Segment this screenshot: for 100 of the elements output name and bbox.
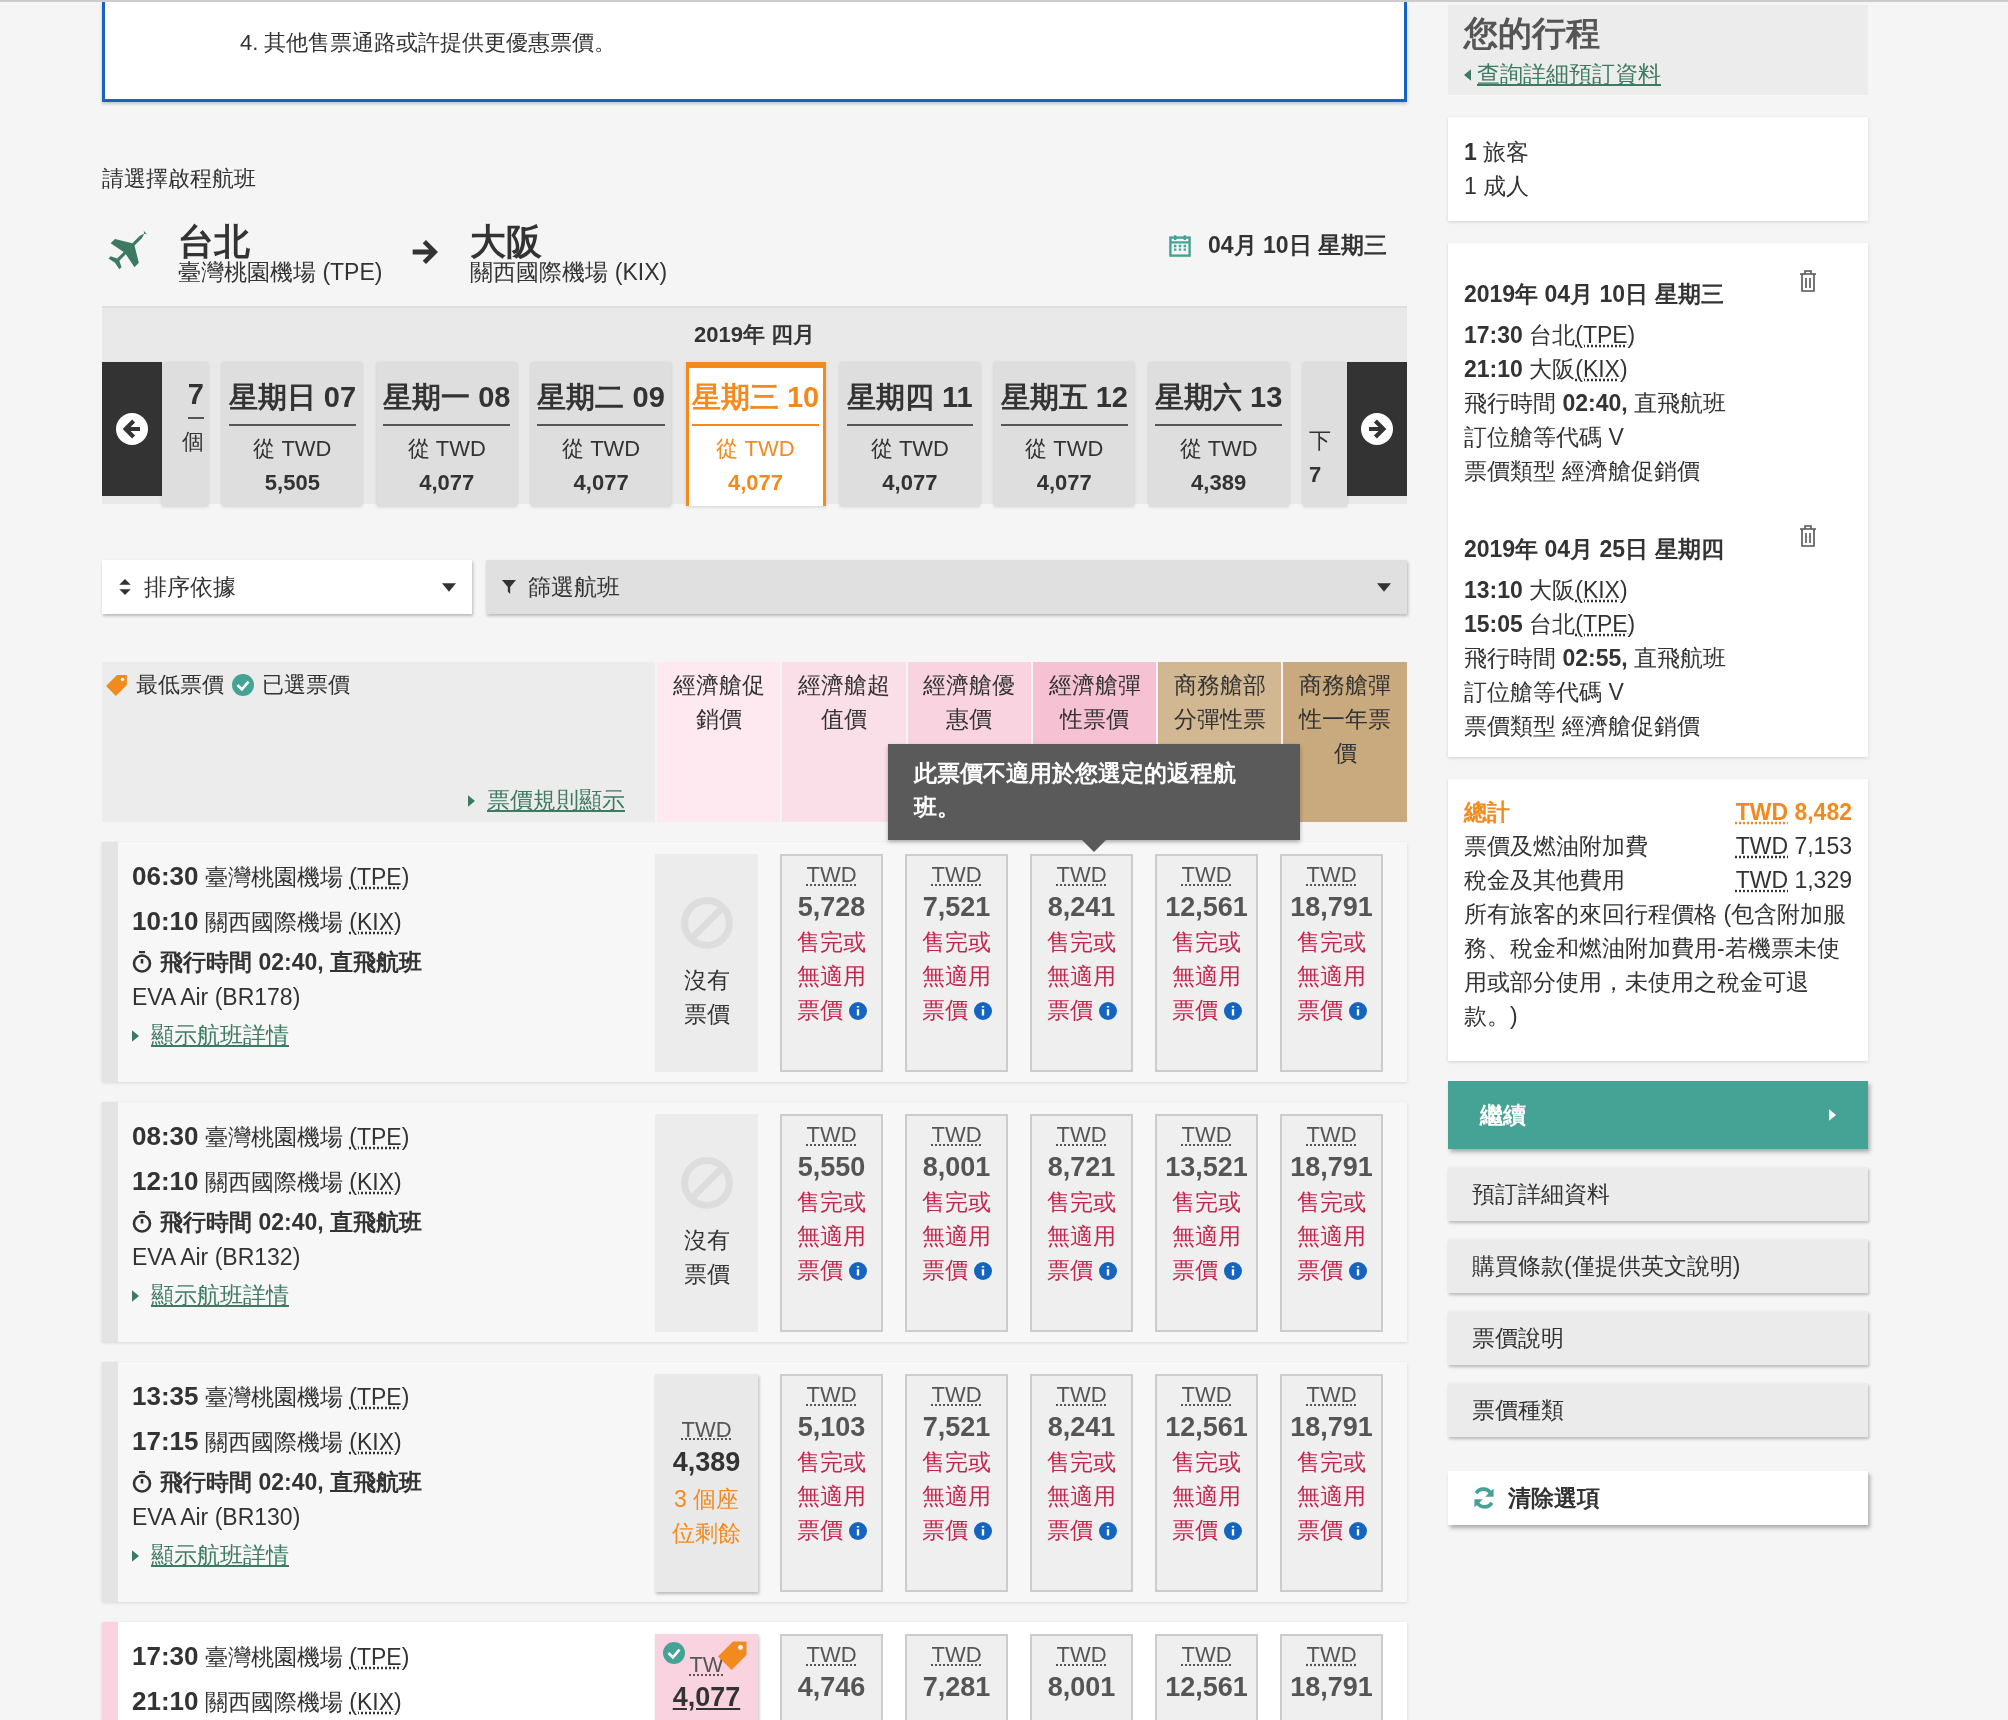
date-card[interactable]: 星期四 11 從 TWD 4,077 (839, 362, 980, 506)
menu-button[interactable]: 票價說明 (1448, 1311, 1868, 1365)
fare-price: 8,241 (1047, 1412, 1116, 1443)
next-button[interactable] (1347, 362, 1407, 496)
fare-cell[interactable]: TW 4,077 (655, 1634, 758, 1720)
fare-rules-link[interactable]: 票價規則顯示 (487, 785, 625, 816)
booking-details-link[interactable]: 查詢詳細預訂資料 (1477, 59, 1661, 90)
info-icon (1223, 1262, 1242, 1280)
fare-price: 5,103 (797, 1412, 866, 1443)
sort-dropdown[interactable]: 排序依據 (102, 560, 472, 614)
date-card[interactable]: 7 個 (162, 362, 208, 506)
clear-button[interactable]: 清除選項 (1448, 1471, 1868, 1525)
lowest-fare-label: 最低票價 (136, 671, 224, 699)
trash-icon[interactable] (1798, 524, 1818, 548)
arrival-time: 21:10 關西國際機場 (KIX) (132, 1685, 402, 1718)
fare-cell[interactable]: 沒有票價 (655, 1114, 758, 1332)
sold-out-text: 售完或無適用票價 (1295, 928, 1368, 1025)
fare-cell[interactable]: 沒有票價 (655, 854, 758, 1072)
fare-cell[interactable]: TWD 18,791 售完或無適用票價 (1280, 1374, 1383, 1592)
stopwatch-icon (132, 1211, 152, 1233)
flight-details-link[interactable]: 顯示航班詳情 (151, 1540, 289, 1571)
currency-label: TWD (806, 1122, 857, 1148)
fare-cell[interactable]: TWD 5,103 售完或無適用票價 (780, 1374, 883, 1592)
segment-arrival: 21:10 大阪(KIX) (1464, 355, 1628, 384)
date-card[interactable]: 星期五 12 從 TWD 4,077 (994, 362, 1135, 506)
day-price: 4,077 (727, 470, 784, 496)
fare-price: 12,561 (1165, 892, 1248, 923)
fare-cell[interactable]: TWD 13,521 售完或無適用票價 (1155, 1114, 1258, 1332)
fare-cell[interactable]: TWD 8,001 (1030, 1634, 1133, 1720)
date-card[interactable]: 星期六 13 從 TWD 4,389 (1148, 362, 1289, 506)
fare-cell[interactable]: TWD 7,521 售完或無適用票價 (905, 854, 1008, 1072)
fare-price: 8,001 (922, 1152, 991, 1183)
itinerary-title: 您的行程 (1464, 13, 1600, 54)
info-icon (1348, 1522, 1367, 1540)
fare-cell[interactable]: TWD 7,281 (905, 1634, 1008, 1720)
info-icon (1098, 1262, 1117, 1280)
fare-type: 票價類型 經濟艙促銷價 (1464, 457, 1701, 486)
flight-row[interactable]: 17:30 臺灣桃園機場 (TPE) 21:10 關西國際機場 (KIX) TW 4,077 TWD 4,746 TWD 7,281 TWD 8,001 TWD 12,561 TWD 18,791 (102, 1622, 1407, 1720)
fare-cell[interactable]: TWD 18,791 售完或無適用票價 (1280, 1114, 1383, 1332)
passenger-count: 1 旅客 (1464, 138, 1530, 167)
fare-cell[interactable]: TWD 8,001 售完或無適用票價 (905, 1114, 1008, 1332)
flight-row[interactable]: 06:30 臺灣桃園機場 (TPE) 10:10 關西國際機場 (KIX) 飛行時間 02:40, 直飛航班 EVA Air (BR178) 顯示航班詳情 沒有票價 TWD 5,728 售完或無適用票價 TWD 7,521 售完或無適用票價 TWD 8,241 售完或無適用票價 TWD 12,561 售完或無適用票價 TWD 18,791 售完或無適用票價 (102, 842, 1407, 1082)
menu-button[interactable]: 購買條款(僅提供英文說明) (1448, 1239, 1868, 1293)
fare-cell[interactable]: TWD 7,521 售完或無適用票價 (905, 1374, 1008, 1592)
departure-time: 06:30 臺灣桃園機場 (TPE) (132, 860, 410, 893)
fare-cell[interactable]: TWD 5,550 售完或無適用票價 (780, 1114, 883, 1332)
fare-price: 8,241 (1047, 892, 1116, 923)
fare-cell[interactable]: TWD 8,721 售完或無適用票價 (1030, 1114, 1133, 1332)
fare-price: 8,721 (1047, 1152, 1116, 1183)
fare-cell[interactable]: TWD 5,728 售完或無適用票價 (780, 854, 883, 1072)
arrow-right-icon (1361, 413, 1393, 445)
date-card[interactable]: 星期日 07 從 TWD 5,505 (222, 362, 363, 506)
month-label: 2019年 四月 (693, 321, 816, 349)
from-price-label: 從 TWD (716, 435, 795, 463)
fare-cell[interactable]: TWD 12,561 售完或無適用票價 (1155, 1374, 1258, 1592)
flight-details-link[interactable]: 顯示航班詳情 (151, 1020, 289, 1051)
filter-dropdown[interactable]: 篩選航班 (486, 560, 1407, 614)
fare-price: 5,550 (797, 1152, 866, 1183)
fare-cell[interactable]: TWD 12,561 (1155, 1634, 1258, 1720)
date-card[interactable]: 下 7 (1303, 362, 1347, 506)
sold-out-text: 售完或無適用票價 (920, 1188, 993, 1285)
menu-button[interactable]: 票價種類 (1448, 1383, 1868, 1437)
fare-cell[interactable]: TWD 8,241 售完或無適用票價 (1030, 1374, 1133, 1592)
currency-label: TWD (806, 1642, 857, 1668)
from-price-label: 從 TWD (1179, 435, 1258, 463)
day-price: 4,389 (1191, 470, 1247, 496)
info-icon (1223, 1522, 1242, 1540)
menu-button[interactable]: 預訂詳細資料 (1448, 1167, 1868, 1221)
sold-out-text: 售完或無適用票價 (795, 1188, 868, 1285)
fare-cell[interactable]: TWD 12,561 售完或無適用票價 (1155, 854, 1258, 1072)
sold-out-text: 售完或無適用票價 (1295, 1448, 1368, 1545)
flight-row[interactable]: 13:35 臺灣桃園機場 (TPE) 17:15 關西國際機場 (KIX) 飛行時間 02:40, 直飛航班 EVA Air (BR130) 顯示航班詳情 TWD 4,389 3 個座位剩餘 TWD 5,103 售完或無適用票價 TWD 7,521 售完或無適用票價 TWD 8,241 售完或無適用票價 TWD 12,561 售完或無適用票價 TWD 18,791 售完或無適用票價 (102, 1362, 1407, 1602)
previous-button[interactable] (102, 362, 162, 496)
total-amount: TWD 8,482 (1735, 798, 1852, 827)
fare-column-header: 經濟艙促銷價 (655, 662, 781, 822)
trash-icon[interactable] (1798, 269, 1818, 293)
departure-time: 17:30 臺灣桃園機場 (TPE) (132, 1640, 410, 1673)
fare-cell[interactable]: TWD 8,241 售完或無適用票價 (1030, 854, 1133, 1072)
flight-row[interactable]: 08:30 臺灣桃園機場 (TPE) 12:10 關西國際機場 (KIX) 飛行時間 02:40, 直飛航班 EVA Air (BR132) 顯示航班詳情 沒有票價 TWD 5,550 售完或無適用票價 TWD 8,001 售完或無適用票價 TWD 8,721 售完或無適用票價 TWD 13,521 售完或無適用票價 TWD 18,791 售完或無適用票價 (102, 1102, 1407, 1342)
from-price-label: 下 (1309, 427, 1331, 455)
fare-cell[interactable]: TWD 18,791 (1280, 1634, 1383, 1720)
caret-icon (132, 1289, 139, 1302)
arrival-time: 17:15 關西國際機場 (KIX) (132, 1425, 402, 1458)
day-label: 星期二 09 (537, 378, 665, 426)
flight-details-link[interactable]: 顯示航班詳情 (151, 1280, 289, 1311)
duration-text: 飛行時間 02:40, 直飛航班 (160, 1208, 422, 1237)
fare-cell[interactable]: TWD 4,746 (780, 1634, 883, 1720)
stopwatch-icon (132, 951, 152, 973)
fare-cell[interactable]: TWD 18,791 售完或無適用票價 (1280, 854, 1383, 1072)
no-fare-label: 沒有票價 (682, 966, 731, 1029)
fare-cell[interactable]: TWD 4,389 3 個座位剩餘 (655, 1374, 758, 1592)
date-card[interactable]: 星期一 08 從 TWD 4,077 (376, 362, 517, 506)
day-price: 4,077 (882, 470, 938, 496)
date-card[interactable]: 星期二 09 從 TWD 4,077 (531, 362, 672, 506)
airline-text: EVA Air (BR132) (132, 1243, 301, 1272)
segment-departure: 17:30 台北(TPE) (1464, 321, 1636, 350)
arrival-time: 12:10 關西國際機場 (KIX) (132, 1165, 402, 1198)
info-icon (973, 1262, 992, 1280)
currency-label: TWD (931, 862, 982, 888)
segment-departure: 13:10 大阪(KIX) (1464, 576, 1628, 605)
